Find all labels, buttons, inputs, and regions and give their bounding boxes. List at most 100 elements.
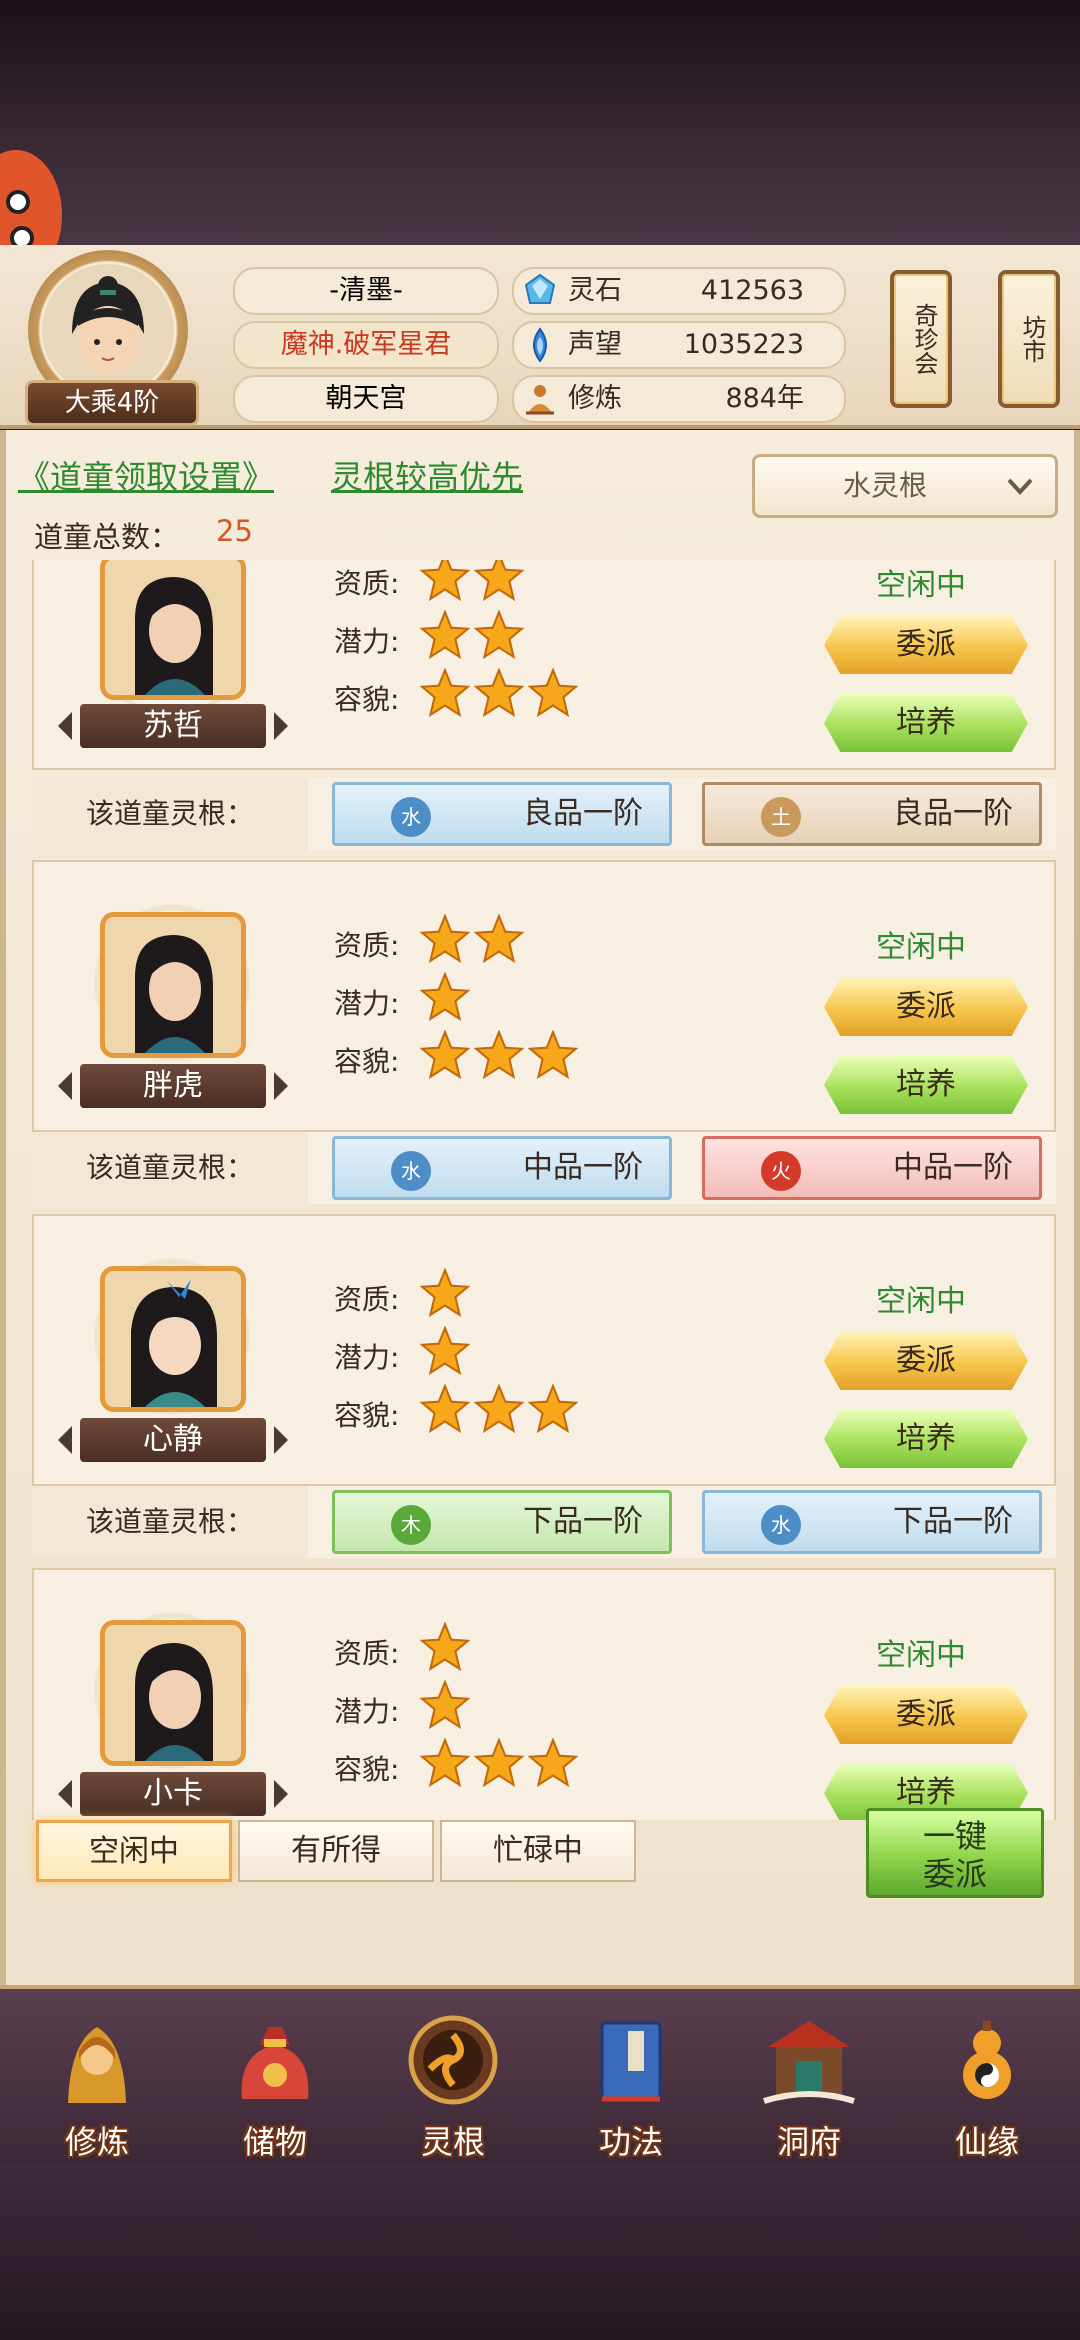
- apprentice-card: 胖虎 资质: 潜力: 容貌: 空闲中 委派 培养: [32, 860, 1056, 1132]
- star-icon: [527, 1737, 579, 1788]
- star-icon: [473, 667, 525, 718]
- aptitude-label: 资质:: [334, 929, 400, 962]
- nav-technique[interactable]: 功法: [556, 2007, 706, 2161]
- nav-cultivate[interactable]: 修炼: [22, 2007, 172, 2161]
- tab-idle[interactable]: 空闲中: [36, 1820, 232, 1882]
- apprentice-total-value: 25: [216, 514, 253, 548]
- star-icon: [473, 1029, 525, 1080]
- apprentice-name: 苏哲: [143, 708, 203, 743]
- apprentice-portrait-icon[interactable]: [100, 1620, 246, 1766]
- star-icon: [419, 1267, 471, 1318]
- aptitude-label: 资质:: [334, 567, 400, 600]
- monk-icon: [68, 2027, 126, 2103]
- top-background: [0, 0, 1080, 250]
- aptitude-stars: [419, 1267, 474, 1318]
- star-icon: [419, 667, 471, 718]
- appearance-stars: [419, 1383, 582, 1434]
- nav-storage[interactable]: 储物: [200, 2007, 350, 2161]
- spirit-stone-icon: [524, 273, 556, 304]
- spirit-root-tag: 水 下品一阶: [702, 1490, 1042, 1554]
- appearance-stars: [419, 1029, 582, 1080]
- water-element-icon: 水: [391, 797, 431, 837]
- star-icon: [419, 1325, 471, 1376]
- player-header: 大乘4阶 -清墨- 魔神.破军星君 朝天宫 灵石 412563 声望 10352…: [0, 245, 1080, 429]
- wood-element-icon: 木: [391, 1505, 431, 1545]
- apprentice-status: 空闲中: [876, 930, 966, 965]
- player-title: 魔神.破军星君: [233, 321, 499, 369]
- star-icon: [527, 1029, 579, 1080]
- aptitude-label: 资质:: [334, 1637, 400, 1670]
- spirit-root-tag: 木 下品一阶: [332, 1490, 672, 1554]
- star-icon: [419, 560, 471, 602]
- nav-spirit-root[interactable]: 灵根: [378, 2007, 528, 2161]
- tab-busy[interactable]: 忙碌中: [440, 1820, 636, 1882]
- bottom-navigation: 修炼 储物 灵根 功法 洞府 仙缘: [0, 1985, 1080, 2164]
- root-filter-dropdown[interactable]: 水灵根: [752, 454, 1058, 518]
- apprentice-portrait-icon[interactable]: [100, 912, 246, 1058]
- appearance-label: 容貌:: [334, 1045, 400, 1078]
- cave-house-icon: [763, 2021, 855, 2104]
- apprentice-panel: 《道童领取设置》 灵根较高优先 水灵根 道童总数： 25 苏哲 资质: 潜力: …: [0, 430, 1080, 1985]
- star-icon: [419, 1679, 471, 1730]
- potential-label: 潜力:: [334, 987, 400, 1020]
- spirit-root-label: 该道童灵根：: [32, 1132, 308, 1204]
- root-filter-value: 水灵根: [842, 469, 927, 502]
- star-icon: [419, 1621, 471, 1672]
- aptitude-stars: [419, 560, 528, 602]
- star-icon: [473, 913, 525, 964]
- cultivation-icon: [526, 385, 554, 415]
- tab-rewarded[interactable]: 有所得: [238, 1820, 434, 1882]
- apprentice-list[interactable]: 苏哲 资质: 潜力: 容貌: 空闲中 委派 培养 该道童灵根： 水 良品一阶 土…: [32, 560, 1056, 1820]
- dispatch-button[interactable]: 委派: [824, 616, 1028, 674]
- spirit-root-tag: 火 中品一阶: [702, 1136, 1042, 1200]
- apprentice-status: 空闲中: [876, 1284, 966, 1319]
- chevron-down-icon: [1007, 478, 1033, 495]
- spirit-root-tag: 水 良品一阶: [332, 782, 672, 846]
- treasure-auction-button[interactable]: 奇珍会: [890, 270, 952, 408]
- train-button[interactable]: 培养: [824, 1410, 1028, 1468]
- nav-cave-house[interactable]: 洞府: [734, 2007, 884, 2161]
- nav-fate[interactable]: 仙缘: [912, 2007, 1062, 2161]
- star-icon: [527, 667, 579, 718]
- apprentice-name: 小卡: [143, 1776, 203, 1811]
- spirit-stone-counter: 灵石 412563: [512, 267, 846, 315]
- aptitude-stars: [419, 1621, 474, 1672]
- aptitude-stars: [419, 913, 528, 964]
- market-button[interactable]: 坊市: [998, 270, 1060, 408]
- aptitude-label: 资质:: [334, 1283, 400, 1316]
- earth-element-icon: 土: [761, 797, 801, 837]
- dispatch-button[interactable]: 委派: [824, 1332, 1028, 1390]
- star-icon: [419, 913, 471, 964]
- one-key-dispatch-button[interactable]: 一键 委派: [866, 1808, 1044, 1898]
- realm-badge: 大乘4阶: [25, 380, 199, 426]
- dispatch-button[interactable]: 委派: [824, 1686, 1028, 1744]
- potential-stars: [419, 609, 528, 660]
- avatar-portrait-icon: [42, 264, 174, 396]
- dispatch-button[interactable]: 委派: [824, 978, 1028, 1036]
- gourd-icon: [963, 2021, 1011, 2099]
- spirit-root-label: 该道童灵根：: [32, 778, 308, 850]
- apprentice-name-bar: 心静: [58, 1418, 288, 1462]
- spirit-root-row: 该道童灵根： 水 良品一阶 土 良品一阶: [32, 778, 1056, 850]
- appearance-label: 容貌:: [334, 1753, 400, 1786]
- star-icon: [419, 609, 471, 660]
- apprentice-status: 空闲中: [876, 568, 966, 603]
- bottom-background: [0, 2160, 1080, 2340]
- receive-settings-link[interactable]: 《道童领取设置》: [18, 452, 274, 498]
- star-icon: [419, 1383, 471, 1434]
- star-icon: [473, 609, 525, 660]
- appearance-stars: [419, 667, 582, 718]
- potential-label: 潜力:: [334, 625, 400, 658]
- apprentice-card: 苏哲 资质: 潜力: 容貌: 空闲中 委派 培养: [32, 560, 1056, 770]
- apprentice-name-bar: 胖虎: [58, 1064, 288, 1108]
- train-button[interactable]: 培养: [824, 1056, 1028, 1114]
- apprentice-portrait-icon[interactable]: [100, 560, 246, 700]
- priority-link[interactable]: 灵根较高优先: [331, 452, 523, 498]
- apprentice-name: 胖虎: [143, 1068, 203, 1103]
- train-button[interactable]: 培养: [824, 694, 1028, 752]
- spirit-root-tag: 水 中品一阶: [332, 1136, 672, 1200]
- potential-label: 潜力:: [334, 1695, 400, 1728]
- spirit-root-icon: [408, 2015, 498, 2105]
- apprentice-portrait-icon[interactable]: [100, 1266, 246, 1412]
- water-element-icon: 水: [761, 1505, 801, 1545]
